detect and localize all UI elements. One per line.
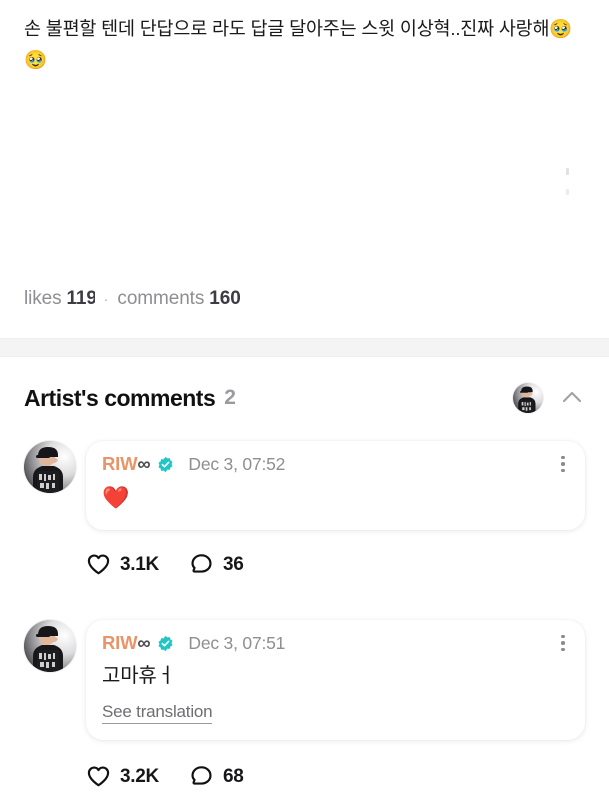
verified-badge-icon [157,456,174,473]
comment-header: RIW∞ Dec 3, 07:51 [102,632,569,654]
comment-avatar[interactable] [24,441,76,493]
comment-bubble-icon[interactable] [189,764,214,789]
username-symbol: ∞ [137,453,151,474]
artist-comments-header[interactable]: Artist's comments 2 [0,374,609,422]
post-caption-text: 손 불편할 텐데 단답으로 라도 답글 달아주는 스윗 이상혁..진짜 사랑해 [24,18,550,39]
comment-reactions: 3.1K 36 [86,552,244,577]
comment-text: ❤️ [102,486,130,511]
scroll-artifact [560,168,574,204]
chevron-up-icon[interactable] [559,385,585,411]
comment-text: 고마휴ㅓ [102,665,175,687]
comment-header: RIW∞ Dec 3, 07:52 [102,453,569,475]
comment-reactions: 3.2K 68 [86,764,244,789]
page-title: Artist's comments [24,384,216,411]
reply-count: 68 [222,765,244,787]
comment-card: RIW∞ Dec 3, 07:51 고마휴ㅓ See translation [86,620,585,740]
like-action[interactable]: 3.1K [86,552,159,577]
username-symbol: ∞ [137,632,151,653]
likes-count: 119 [66,288,95,309]
verified-badge-icon [157,635,174,652]
comments-stat: comments 160 [117,288,240,310]
like-action[interactable]: 3.2K [86,764,159,789]
reply-count: 36 [222,553,244,575]
username-text: RIW [102,632,138,653]
stats-separator: · [103,291,109,308]
artist-comments-count: 2 [224,386,236,409]
comment-card: RIW∞ Dec 3, 07:52 ❤️ [86,441,585,530]
comment-item: RIW∞ Dec 3, 07:52 ❤️ [0,441,609,530]
reply-action[interactable]: 68 [189,764,244,789]
heart-outline-icon[interactable] [86,552,111,577]
comments-label: comments [117,288,205,309]
post-caption: 손 불편할 텐데 단답으로 라도 답글 달아주는 스윗 이상혁..진짜 사랑해🥹… [0,0,609,76]
like-count: 3.2K [120,765,159,787]
reply-action[interactable]: 36 [189,552,244,577]
username-text: RIW [102,453,138,474]
comment-avatar[interactable] [24,620,76,672]
section-divider [0,338,609,357]
post-stats: likes 119 · comments 160 [24,288,241,310]
heart-outline-icon[interactable] [86,764,111,789]
comment-item: RIW∞ Dec 3, 07:51 고마휴ㅓ See translation [0,620,609,740]
see-translation-link[interactable]: See translation [102,702,213,724]
kebab-menu-icon[interactable] [552,632,574,654]
comment-username[interactable]: RIW∞ [102,453,151,475]
comments-count: 160 [209,288,241,309]
comment-username[interactable]: RIW∞ [102,632,151,654]
kebab-menu-icon[interactable] [552,453,574,475]
likes-label: likes [24,288,62,309]
like-count: 3.1K [120,553,159,575]
comment-timestamp: Dec 3, 07:51 [188,632,286,653]
comment-bubble-icon[interactable] [189,552,214,577]
likes-stat: likes 119 [24,288,95,310]
comment-timestamp: Dec 3, 07:52 [188,453,286,474]
artist-avatar-header[interactable] [513,383,543,413]
